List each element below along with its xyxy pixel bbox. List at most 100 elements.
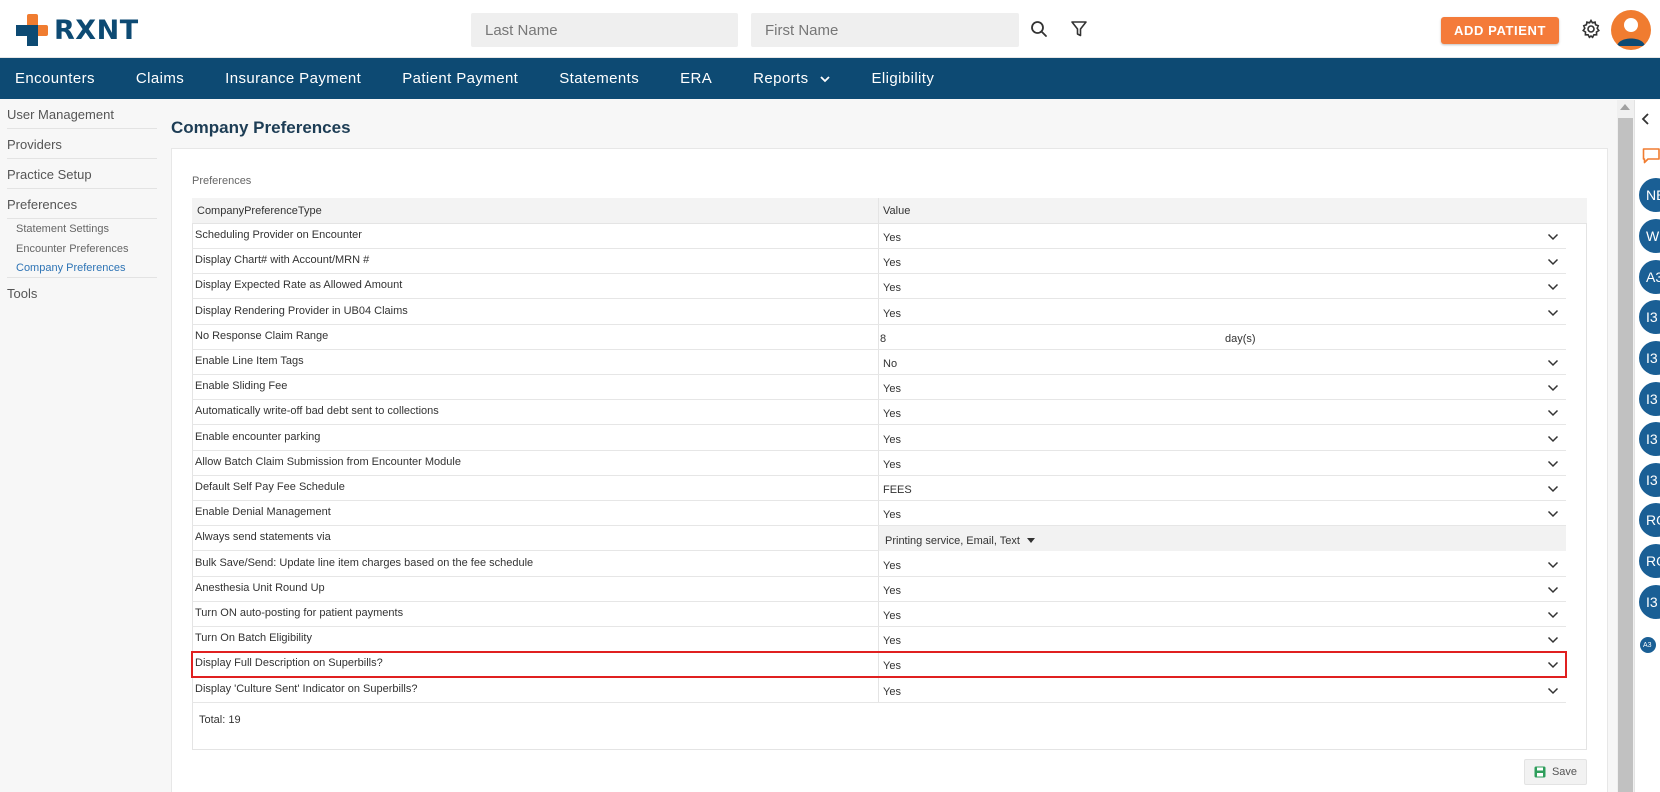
filter-icon[interactable] bbox=[1068, 18, 1090, 40]
preference-value-select[interactable]: Yes bbox=[883, 610, 901, 622]
nav-insurance-payment[interactable]: Insurance Payment bbox=[225, 70, 361, 87]
preference-name: Bulk Save/Send: Update line item charges… bbox=[195, 556, 534, 569]
chevron-down-icon[interactable] bbox=[1547, 232, 1559, 242]
chevron-down-icon[interactable] bbox=[1547, 282, 1559, 292]
chevron-down-icon[interactable] bbox=[1547, 434, 1559, 444]
scroll-up-arrow-icon[interactable] bbox=[1620, 104, 1630, 110]
save-label: Save bbox=[1551, 766, 1578, 778]
table-row: Display Chart# with Account/MRN # Yes bbox=[192, 249, 1566, 275]
table-row: Display Expected Rate as Allowed Amount Y… bbox=[192, 274, 1566, 300]
gear-icon[interactable] bbox=[1580, 18, 1602, 40]
preference-value-select[interactable]: Yes bbox=[883, 308, 901, 320]
sidebar-item-providers[interactable]: Providers bbox=[7, 137, 62, 152]
save-icon bbox=[1534, 766, 1546, 778]
table-row: Enable encounter parking Yes bbox=[192, 426, 1566, 451]
nav-era[interactable]: ERA bbox=[680, 70, 712, 87]
preference-value-select[interactable]: Yes bbox=[883, 434, 901, 446]
sidebar-divider bbox=[7, 128, 157, 129]
user-avatar[interactable] bbox=[1611, 10, 1651, 50]
table-row: Enable Sliding Fee Yes bbox=[192, 375, 1566, 401]
statement-methods-select[interactable]: Printing service, Email, Text bbox=[885, 535, 1020, 547]
chevron-down-icon[interactable] bbox=[1547, 610, 1559, 620]
sidebar-item-user-management[interactable]: User Management bbox=[7, 107, 114, 122]
nav-eligibility[interactable]: Eligibility bbox=[872, 70, 935, 87]
nav-statements[interactable]: Statements bbox=[559, 70, 639, 87]
preference-value-select[interactable]: Yes bbox=[883, 282, 901, 294]
sidebar-item-practice-setup[interactable]: Practice Setup bbox=[7, 167, 92, 182]
preference-name: Display 'Culture Sent' Indicator on Supe… bbox=[195, 682, 418, 695]
preference-value-select[interactable]: Yes bbox=[883, 635, 901, 647]
chevron-down-icon[interactable] bbox=[1547, 635, 1559, 645]
unit-label: day(s) bbox=[1225, 332, 1256, 345]
last-name-input[interactable] bbox=[471, 13, 738, 47]
preference-value-select[interactable]: Yes bbox=[883, 509, 901, 521]
sidebar-sub-statement-settings[interactable]: Statement Settings bbox=[16, 223, 109, 235]
chat-icon[interactable] bbox=[1642, 147, 1660, 165]
rxnt-logo[interactable]: RXNT bbox=[16, 14, 139, 46]
chevron-down-icon[interactable] bbox=[1547, 257, 1559, 267]
table-row: No Response Claim Range 8 day(s) bbox=[192, 325, 1566, 350]
small-user-bubble[interactable]: A3 bbox=[1640, 637, 1656, 653]
column-header-value[interactable]: Value bbox=[883, 205, 910, 217]
claim-range-input[interactable]: 8 bbox=[880, 333, 886, 345]
chevron-down-icon[interactable] bbox=[1547, 358, 1559, 368]
page-title: Company Preferences bbox=[171, 118, 351, 137]
preference-value-select[interactable]: Yes bbox=[883, 560, 901, 572]
preference-name: Enable Denial Management bbox=[195, 506, 331, 519]
preference-value-select[interactable]: Yes bbox=[883, 257, 901, 269]
collapse-panel-icon[interactable] bbox=[1641, 113, 1651, 125]
preference-value-select[interactable]: Yes bbox=[883, 232, 901, 244]
nav-reports[interactable]: Reports bbox=[753, 70, 830, 87]
chevron-down-icon[interactable] bbox=[1547, 408, 1559, 418]
nav-patient-payment[interactable]: Patient Payment bbox=[402, 70, 518, 87]
first-name-input[interactable] bbox=[751, 13, 1019, 47]
nav-claims[interactable]: Claims bbox=[136, 70, 184, 87]
scrollbar-thumb[interactable] bbox=[1618, 118, 1633, 792]
sidebar-divider bbox=[7, 277, 157, 278]
save-button[interactable]: Save bbox=[1524, 759, 1587, 785]
chevron-down-icon[interactable] bbox=[1547, 660, 1559, 670]
preference-name: Default Self Pay Fee Schedule bbox=[195, 481, 345, 493]
preference-name: Enable encounter parking bbox=[195, 430, 321, 443]
preference-value-select[interactable]: Yes bbox=[883, 459, 901, 471]
table-row: Automatically write-off bad debt sent to… bbox=[192, 400, 1566, 426]
preference-value-select[interactable]: Yes bbox=[883, 585, 901, 597]
chevron-down-icon[interactable] bbox=[1547, 484, 1559, 494]
add-patient-button[interactable]: ADD PATIENT bbox=[1441, 17, 1559, 44]
caret-down-icon[interactable] bbox=[1027, 538, 1035, 544]
preference-value-select[interactable]: Yes bbox=[883, 383, 901, 395]
table-row: Turn ON auto-posting for patient payment… bbox=[192, 602, 1566, 627]
preference-name: Display Full Description on Superbills? bbox=[195, 657, 383, 670]
preference-name: Enable Sliding Fee bbox=[195, 380, 288, 393]
chevron-down-icon[interactable] bbox=[1547, 560, 1559, 570]
chevron-down-icon[interactable] bbox=[1547, 459, 1559, 469]
table-row: Default Self Pay Fee Schedule FEES bbox=[192, 476, 1566, 501]
chevron-down-icon[interactable] bbox=[1547, 686, 1559, 696]
preference-name: Turn On Batch Eligibility bbox=[195, 632, 312, 645]
sidebar-item-tools[interactable]: Tools bbox=[7, 286, 37, 301]
table-row: Enable Line Item Tags No bbox=[192, 350, 1566, 375]
preference-value-select[interactable]: Yes bbox=[883, 686, 901, 698]
preference-name: Automatically write-off bad debt sent to… bbox=[195, 405, 439, 418]
preference-name: Display Chart# with Account/MRN # bbox=[195, 254, 370, 267]
sidebar-item-preferences[interactable]: Preferences bbox=[7, 197, 77, 212]
column-header-type[interactable]: CompanyPreferenceType bbox=[197, 205, 322, 217]
chevron-down-icon[interactable] bbox=[1547, 308, 1559, 318]
chevron-down-icon[interactable] bbox=[1547, 509, 1559, 519]
table-row: Scheduling Provider on Encounter Yes bbox=[192, 224, 1566, 249]
preference-value-select[interactable]: No bbox=[883, 358, 897, 370]
preference-name: Allow Batch Claim Submission from Encoun… bbox=[195, 455, 461, 468]
sidebar-sub-encounter-preferences[interactable]: Encounter Preferences bbox=[16, 243, 129, 255]
brand-name: RXNT bbox=[54, 14, 139, 46]
table-row: Display Rendering Provider in UB04 Claim… bbox=[192, 300, 1566, 325]
chevron-down-icon[interactable] bbox=[1547, 585, 1559, 595]
preference-value-select[interactable]: Yes bbox=[883, 408, 901, 420]
sidebar-sub-company-preferences[interactable]: Company Preferences bbox=[16, 262, 125, 274]
nav-encounters[interactable]: Encounters bbox=[15, 70, 95, 87]
chevron-down-icon[interactable] bbox=[1547, 383, 1559, 393]
preference-name: Scheduling Provider on Encounter bbox=[195, 229, 362, 241]
search-icon[interactable] bbox=[1028, 18, 1050, 40]
table-row: Anesthesia Unit Round Up Yes bbox=[192, 577, 1566, 602]
preference-value-select[interactable]: FEES bbox=[883, 484, 912, 496]
preference-value-select[interactable]: Yes bbox=[883, 660, 901, 672]
